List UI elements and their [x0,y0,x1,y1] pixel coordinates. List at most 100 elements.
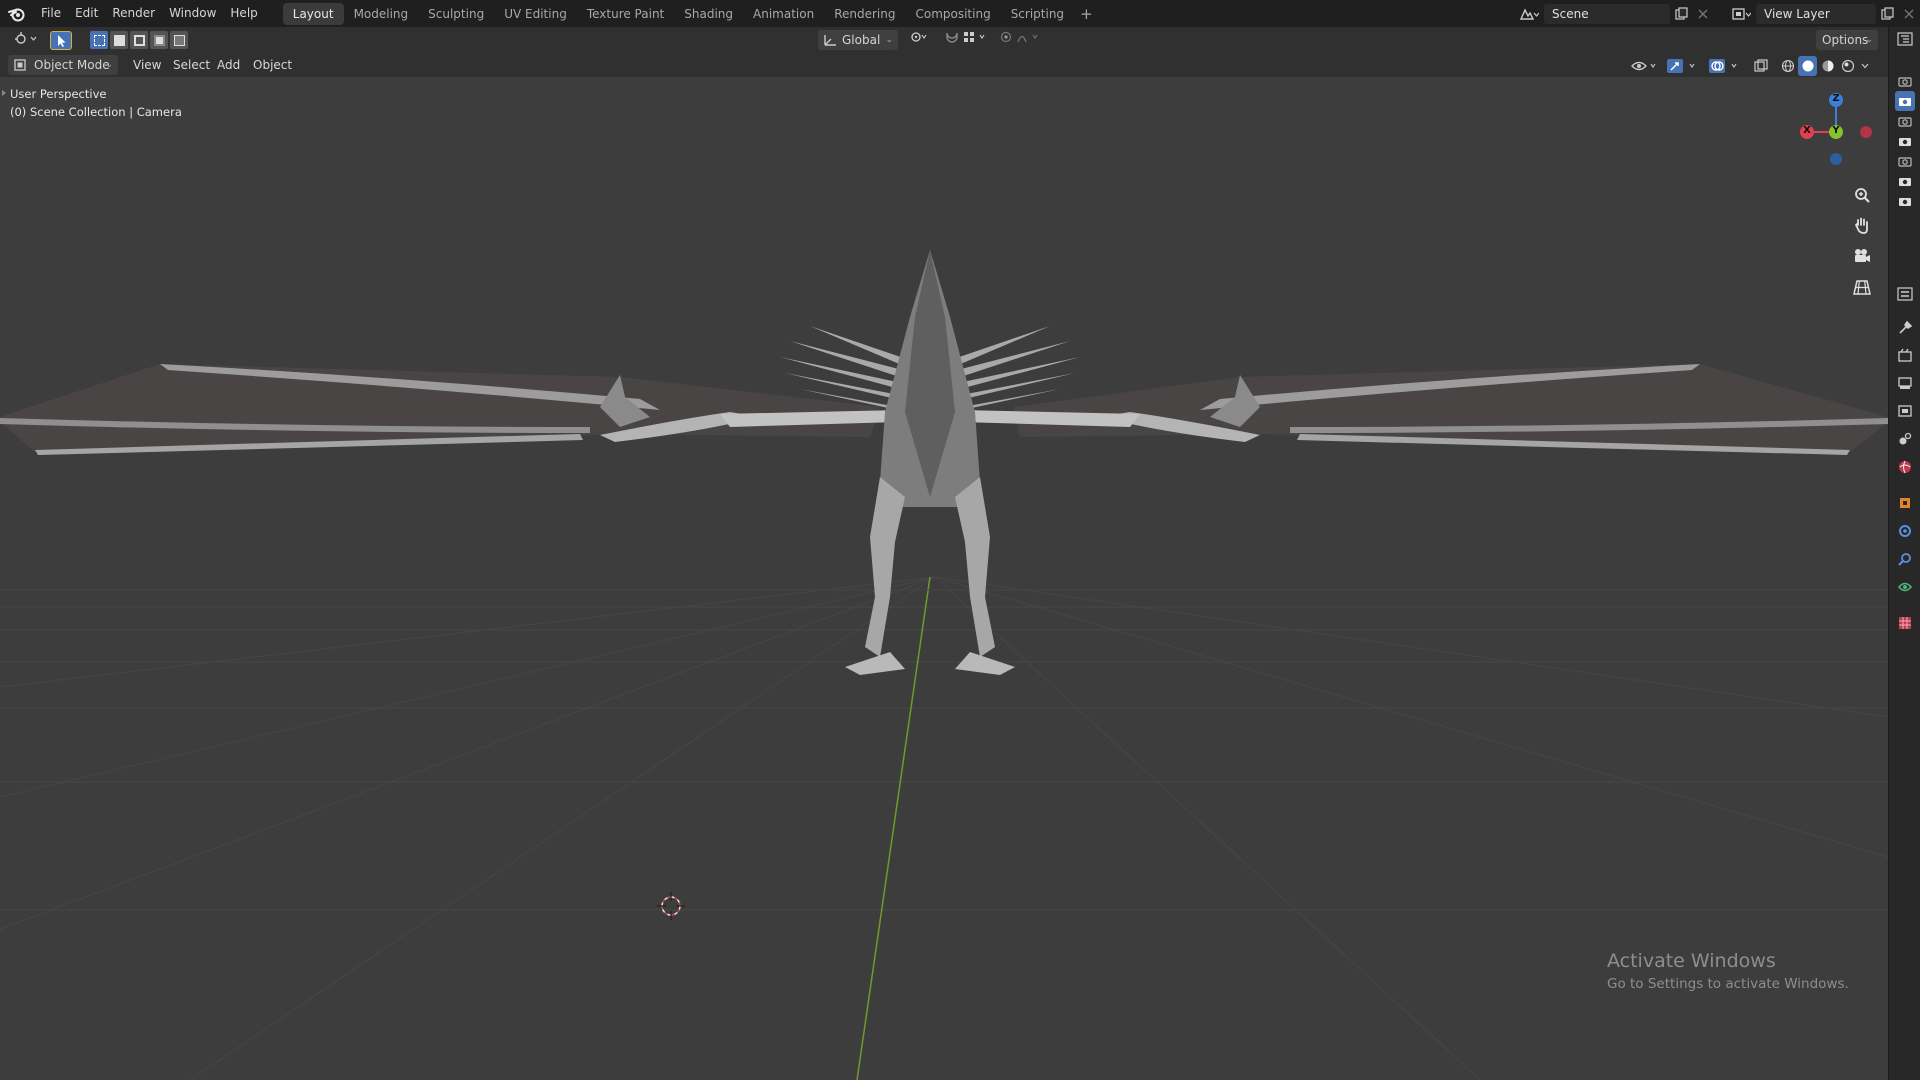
object-properties-icon[interactable] [1895,493,1915,513]
new-view-layer-icon[interactable] [1876,4,1898,24]
select-extend-icon[interactable] [110,31,128,49]
properties-editor-icon[interactable] [1895,284,1915,304]
overlays-toggle-icon[interactable] [1708,56,1744,76]
tab-uv-editing[interactable]: UV Editing [494,3,577,25]
3d-viewport[interactable]: User Perspective (0) Scene Collection | … [0,77,1888,1080]
select-tool-button[interactable] [50,31,72,50]
menu-help[interactable]: Help [223,0,264,27]
outliner-editor-icon[interactable] [1895,29,1915,49]
xray-toggle-icon[interactable] [1750,56,1772,76]
gizmo-toggle-icon[interactable] [1666,56,1702,76]
tab-layout[interactable]: Layout [282,2,344,25]
chevron-down-icon: ⌄ [885,35,893,45]
modifier-properties-icon[interactable] [1895,521,1915,541]
menu-edit[interactable]: Edit [68,0,105,27]
render-properties-icon[interactable] [1895,345,1915,365]
menu-object[interactable]: Object [247,55,298,75]
select-new-icon[interactable] [90,31,108,49]
blender-logo-icon[interactable] [0,0,34,27]
menu-file[interactable]: File [34,0,68,27]
tab-animation[interactable]: Animation [743,3,824,25]
tab-scripting[interactable]: Scripting [1001,3,1074,25]
zoom-icon[interactable] [1848,181,1876,209]
pan-hand-icon[interactable] [1848,211,1876,239]
cursor-arrow-icon [58,35,66,47]
camera-restrict-icon-7[interactable] [1895,191,1915,211]
visibility-eye-icon[interactable] [1630,56,1660,76]
material-shading-icon[interactable] [1818,56,1837,76]
texture-properties-icon[interactable] [1895,613,1915,633]
gizmo-x-label: X [1803,125,1811,136]
tab-shading[interactable]: Shading [674,3,743,25]
snap-magnet-icon [946,32,985,43]
world-properties-icon[interactable] [1895,457,1915,477]
proportional-editing-controls[interactable] [994,30,1038,50]
editor-type-selector[interactable] [8,30,46,50]
snapping-controls[interactable] [938,30,986,50]
menu-select[interactable]: Select [167,55,216,75]
output-properties-icon[interactable] [1895,373,1915,393]
scene-properties-icon[interactable] [1895,429,1915,449]
gizmo-y-label: Y [1832,125,1840,136]
shading-options-chevron-icon[interactable] [1858,56,1872,76]
view-layer-properties-icon[interactable] [1895,401,1915,421]
menu-window[interactable]: Window [162,0,223,27]
menu-view[interactable]: View [127,55,167,75]
3d-cursor-icon[interactable] [657,892,685,920]
menu-add[interactable]: Add [211,55,246,75]
options-label: Options [1822,33,1869,47]
dragon-model[interactable] [0,250,1888,675]
tab-rendering[interactable]: Rendering [824,3,905,25]
camera-restrict-icon-5[interactable] [1895,151,1915,171]
scene-name-field[interactable]: Scene [1544,3,1670,24]
transform-orientation-label: Global [842,33,881,47]
delete-scene-icon[interactable] [1692,4,1714,24]
object-data-properties-icon[interactable] [1895,577,1915,597]
object-mode-icon [14,59,26,71]
tab-texture-paint[interactable]: Texture Paint [577,3,674,25]
menu-render[interactable]: Render [105,0,162,27]
perspective-toggle-icon[interactable] [1848,273,1876,301]
pivot-icon [911,32,927,42]
transform-orientation-dropdown[interactable]: Global ⌄ [818,30,898,50]
select-subtract-icon[interactable] [130,31,148,49]
mode-dropdown[interactable]: Object Mode ⌄ [8,55,118,75]
activate-windows-subtitle: Go to Settings to activate Windows. [1607,976,1849,992]
camera-restrict-icon-2[interactable] [1895,91,1915,111]
top-right-controls: Scene View Layer [1514,0,1920,27]
selection-mode-group [90,31,188,49]
shading-mode-group [1778,56,1872,76]
tab-modeling[interactable]: Modeling [344,3,419,25]
camera-restrict-icon-1[interactable] [1895,71,1915,91]
camera-view-icon[interactable] [1848,242,1876,270]
physics-properties-icon[interactable] [1895,549,1915,569]
add-workspace-button[interactable]: + [1074,3,1099,25]
camera-restrict-icon-4[interactable] [1895,131,1915,151]
orientation-axes-icon [824,35,836,46]
select-intersect-icon[interactable] [170,31,188,49]
top-menu-bar: File Edit Render Window Help Layout Mode… [0,0,1920,27]
view-layer-selector-icon[interactable] [1726,4,1756,24]
pivot-point-dropdown[interactable] [904,30,930,50]
delete-view-layer-icon[interactable] [1898,4,1920,24]
tool-properties-icon[interactable] [1895,318,1915,338]
scene-selector-icon[interactable] [1514,4,1544,24]
toolbar-expand-icon[interactable] [2,90,6,96]
tab-compositing[interactable]: Compositing [905,3,1000,25]
new-scene-icon[interactable] [1670,4,1692,24]
wireframe-shading-icon[interactable] [1778,56,1797,76]
solid-shading-icon[interactable] [1798,56,1817,76]
camera-restrict-icon-3[interactable] [1895,111,1915,131]
options-dropdown[interactable]: Options ⌄ [1816,30,1878,50]
tab-sculpting[interactable]: Sculpting [418,3,494,25]
rendered-shading-icon[interactable] [1838,56,1857,76]
camera-restrict-icon-6[interactable] [1895,171,1915,191]
chevron-down-icon: ⌄ [105,60,113,70]
activate-windows-title: Activate Windows [1607,950,1776,972]
y-axis-line [856,576,931,1080]
view-layer-name-field[interactable]: View Layer [1756,3,1876,24]
gizmo-z-label: Z [1832,93,1840,104]
floor-grid [0,576,1888,1080]
select-invert-icon[interactable] [150,31,168,49]
navigation-gizmo[interactable]: Z X Y [1790,82,1880,172]
